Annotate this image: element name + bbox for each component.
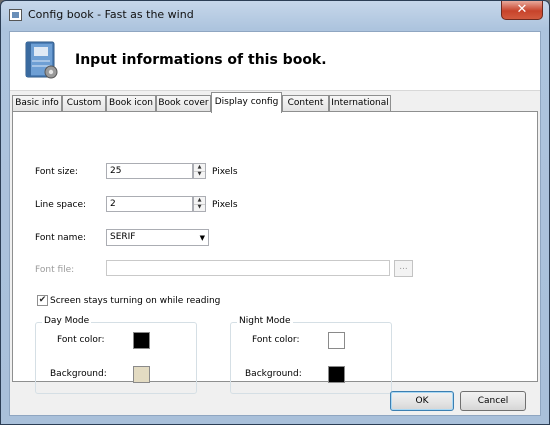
font-size-input[interactable]: 25 xyxy=(106,163,193,179)
ok-button[interactable]: OK xyxy=(390,391,454,411)
window-title: Config book - Fast as the wind xyxy=(28,8,194,21)
tab-content[interactable]: Content xyxy=(282,95,329,111)
night-background-label: Background: xyxy=(245,369,302,379)
line-space-label: Line space: xyxy=(35,200,87,210)
dialog-client: Input informations of this book. Basic i… xyxy=(9,31,541,416)
screen-on-label[interactable]: Screen stays turning on while reading xyxy=(50,296,220,306)
font-size-spinner[interactable]: ▲ ▼ xyxy=(193,163,206,179)
line-space-unit: Pixels xyxy=(212,200,238,210)
day-mode-title: Day Mode xyxy=(42,316,92,326)
config-book-window: Config book - Fast as the wind ✕ Input i… xyxy=(0,0,550,425)
night-mode-title: Night Mode xyxy=(237,316,293,326)
tab-display-config[interactable]: Display config xyxy=(211,92,282,113)
font-name-select[interactable]: SERIF ▼ xyxy=(106,229,209,246)
screen-on-checkbox[interactable]: ✔ xyxy=(37,295,48,306)
title-bar[interactable]: Config book - Fast as the wind ✕ xyxy=(1,1,549,29)
chevron-down-icon: ▼ xyxy=(199,234,205,242)
close-button[interactable]: ✕ xyxy=(501,1,543,20)
day-mode-group: Day Mode Font color: Background: xyxy=(35,316,197,394)
dialog-header: Input informations of this book. xyxy=(10,32,540,91)
tab-strip: Basic info Custom Book icon Book cover D… xyxy=(12,92,542,113)
spin-down-icon[interactable]: ▼ xyxy=(194,171,205,178)
line-space-input[interactable]: 2 xyxy=(106,196,193,212)
day-background-swatch[interactable] xyxy=(133,366,150,383)
tab-custom[interactable]: Custom xyxy=(62,95,106,111)
app-book-icon xyxy=(9,9,22,21)
tab-book-cover[interactable]: Book cover xyxy=(156,95,211,111)
font-file-label: Font file: xyxy=(35,265,75,275)
day-font-color-swatch[interactable] xyxy=(133,332,150,349)
font-name-label: Font name: xyxy=(35,233,87,243)
header-title: Input informations of this book. xyxy=(75,52,327,68)
font-file-input[interactable] xyxy=(106,260,390,276)
day-background-label: Background: xyxy=(50,369,107,379)
spin-down-icon[interactable]: ▼ xyxy=(194,204,205,211)
tab-basic-info[interactable]: Basic info xyxy=(12,95,62,111)
night-font-color-swatch[interactable] xyxy=(328,332,345,349)
night-background-swatch[interactable] xyxy=(328,366,345,383)
day-font-color-label: Font color: xyxy=(57,335,105,345)
tab-book-icon[interactable]: Book icon xyxy=(106,95,156,111)
font-size-unit: Pixels xyxy=(212,167,238,177)
browse-font-file-button[interactable]: ... xyxy=(394,260,413,277)
font-name-value: SERIF xyxy=(110,232,136,242)
night-mode-group: Night Mode Font color: Background: xyxy=(230,316,392,394)
font-size-label: Font size: xyxy=(35,167,78,177)
book-gear-icon xyxy=(25,41,58,79)
night-font-color-label: Font color: xyxy=(252,335,300,345)
cancel-button[interactable]: Cancel xyxy=(460,391,526,411)
line-space-spinner[interactable]: ▲ ▼ xyxy=(193,196,206,212)
close-icon: ✕ xyxy=(516,2,528,17)
display-config-panel: Font size: 25 ▲ ▼ Pixels Line space: 2 ▲… xyxy=(12,111,538,394)
tab-international[interactable]: International xyxy=(329,95,391,111)
